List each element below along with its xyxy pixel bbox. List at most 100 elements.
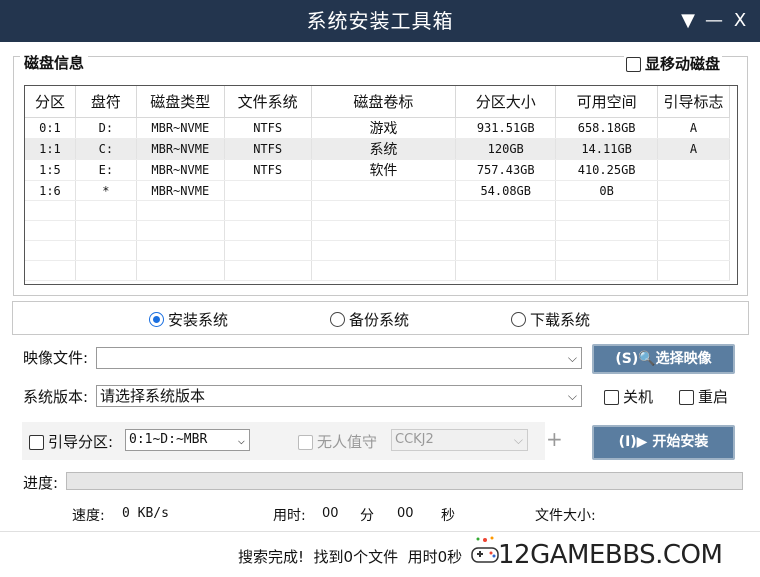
cell-boot-flag (657, 159, 730, 181)
cell-free-space: 14.11GB (555, 138, 659, 160)
radio-selected-icon[interactable] (149, 312, 164, 327)
radio-download-system[interactable]: 下载系统 (511, 309, 590, 330)
chevron-down-icon[interactable]: ⌵ (514, 430, 523, 450)
column-header[interactable]: 文件系统 (224, 86, 312, 118)
cell-drive: D: (75, 117, 137, 139)
minimize-icon[interactable]: — (703, 9, 725, 33)
show-mobile-disk-label: 显移动磁盘 (645, 55, 721, 73)
column-header[interactable]: 分区大小 (455, 86, 557, 118)
cell-drive: * (75, 180, 137, 201)
plus-icon[interactable]: + (546, 427, 563, 451)
table-row[interactable]: 0:1 D: MBR~NVME NTFS 游戏 931.51GB 658.18G… (25, 117, 730, 139)
disk-table[interactable]: 分区 盘符 磁盘类型 文件系统 磁盘卷标 分区大小 可用空间 引导标志 0:1 … (24, 85, 738, 285)
column-header[interactable]: 磁盘卷标 (311, 86, 457, 118)
cell-drive: E: (75, 159, 137, 181)
shutdown-checkbox[interactable]: 关机 (604, 386, 653, 407)
chevron-down-icon[interactable]: ⌵ (568, 348, 577, 368)
username-value: CCKJ2 (395, 432, 434, 447)
boot-partition-label: 引导分区: (48, 433, 114, 451)
checkbox-box[interactable] (298, 435, 313, 450)
minutes-unit: 分 (360, 508, 374, 524)
unattended-checkbox[interactable]: 无人值守 (298, 431, 377, 452)
speed-label: 速度: (72, 508, 105, 524)
elapsed-label: 用时: (273, 508, 306, 524)
speed-value: 0 KB/s (122, 506, 169, 521)
restart-label: 重启 (698, 388, 729, 406)
table-row-selected[interactable]: 1:1 C: MBR~NVME NTFS 系统 120GB 14.11GB A (25, 138, 730, 160)
system-version-combo[interactable]: 请选择系统版本 ⌵ (96, 385, 582, 407)
cell-partition: 1:5 (25, 159, 76, 181)
progress-label: 进度: (23, 474, 59, 492)
radio-icon[interactable] (511, 312, 526, 327)
chevron-down-icon[interactable]: ⌵ (238, 430, 245, 450)
cell-disk-type: MBR~NVME (136, 117, 225, 139)
cell-volume-label: 软件 (311, 159, 457, 181)
cell-boot-flag: A (657, 117, 730, 139)
select-image-button[interactable]: (S)🔍选择映像 (592, 344, 735, 374)
checkbox-box[interactable] (29, 435, 44, 450)
empty-row (25, 260, 730, 281)
column-header[interactable]: 可用空间 (555, 86, 659, 118)
checkbox-box[interactable] (626, 57, 641, 72)
table-row[interactable]: 1:5 E: MBR~NVME NTFS 软件 757.43GB 410.25G… (25, 159, 730, 181)
window-title: 系统安装工具箱 (306, 9, 454, 33)
cell-volume-label (311, 180, 457, 201)
start-install-button[interactable]: (I)▶ 开始安装 (592, 425, 735, 460)
dropdown-menu-icon[interactable]: ▼ (677, 9, 699, 33)
progress-bar (66, 472, 743, 490)
column-header[interactable]: 引导标志 (657, 86, 730, 118)
chevron-down-icon[interactable]: ⌵ (568, 386, 577, 406)
boot-partition-combo[interactable]: 0:1~D:~MBR ⌵ (125, 429, 250, 451)
cell-disk-type: MBR~NVME (136, 180, 225, 201)
cell-partition: 1:6 (25, 180, 76, 201)
column-header[interactable]: 盘符 (75, 86, 137, 118)
radio-icon[interactable] (330, 312, 345, 327)
cell-drive: C: (75, 138, 137, 160)
radio-install-system[interactable]: 安装系统 (149, 309, 228, 330)
status-separator (0, 531, 760, 532)
table-header-row: 分区 盘符 磁盘类型 文件系统 磁盘卷标 分区大小 可用空间 引导标志 (25, 86, 730, 118)
status-text: 搜索完成! 找到0个文件 用时0秒 (238, 548, 463, 566)
file-size-label: 文件大小: (535, 508, 596, 524)
show-mobile-disk-checkbox[interactable]: 显移动磁盘 (624, 53, 723, 74)
cell-disk-type: MBR~NVME (136, 159, 225, 181)
table-row[interactable]: 1:6 * MBR~NVME 54.08GB 0B (25, 180, 730, 201)
cell-volume-label: 游戏 (311, 117, 457, 139)
radio-backup-system[interactable]: 备份系统 (330, 309, 409, 330)
cell-partition-size: 757.43GB (455, 159, 557, 181)
cell-free-space: 410.25GB (555, 159, 659, 181)
column-header[interactable]: 磁盘类型 (136, 86, 225, 118)
checkbox-box[interactable] (604, 390, 619, 405)
cell-boot-flag: A (657, 138, 730, 160)
image-file-combo[interactable]: ⌵ (96, 347, 582, 369)
elapsed-seconds: 00 (397, 506, 414, 521)
unattended-label: 无人值守 (317, 433, 378, 451)
cell-filesystem: NTFS (224, 117, 312, 139)
cell-disk-type: MBR~NVME (136, 138, 225, 160)
disk-info-label: 磁盘信息 (20, 52, 89, 73)
cell-free-space: 0B (555, 180, 659, 201)
boot-partition-checkbox[interactable]: 引导分区: (29, 431, 113, 452)
radio-backup-label: 备份系统 (349, 311, 410, 329)
cell-volume-label: 系统 (311, 138, 457, 160)
image-file-label: 映像文件: (23, 349, 89, 367)
checkbox-box[interactable] (679, 390, 694, 405)
radio-download-label: 下载系统 (530, 311, 591, 329)
seconds-unit: 秒 (441, 508, 455, 524)
cell-filesystem: NTFS (224, 138, 312, 160)
username-combo[interactable]: CCKJ2 ⌵ (391, 429, 528, 451)
cell-boot-flag (657, 180, 730, 201)
cell-free-space: 658.18GB (555, 117, 659, 139)
column-header[interactable]: 分区 (25, 86, 76, 118)
system-version-label: 系统版本: (23, 388, 89, 406)
empty-row (25, 200, 730, 221)
cell-filesystem (224, 180, 312, 201)
cell-partition: 1:1 (25, 138, 76, 160)
cell-partition-size: 54.08GB (455, 180, 557, 201)
close-icon[interactable]: X (729, 9, 751, 33)
restart-checkbox[interactable]: 重启 (679, 386, 728, 407)
shutdown-label: 关机 (623, 388, 654, 406)
empty-row (25, 220, 730, 241)
cell-partition-size: 120GB (455, 138, 557, 160)
cell-partition-size: 931.51GB (455, 117, 557, 139)
